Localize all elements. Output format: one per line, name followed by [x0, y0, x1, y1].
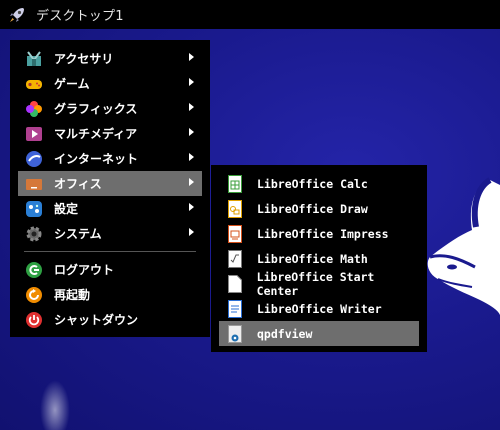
submenu-item-start-center[interactable]: LibreOffice Start Center — [219, 269, 419, 298]
submenu-item-calc[interactable]: LibreOffice Calc — [219, 171, 419, 196]
submenu-arrow-icon — [189, 78, 194, 86]
calc-icon — [227, 174, 243, 194]
submenu-arrow-icon — [189, 128, 194, 136]
menu-item-label: システム — [54, 227, 102, 241]
submenu-item-math[interactable]: LibreOffice Math — [219, 246, 419, 271]
menu-item-label: 設定 — [54, 202, 79, 216]
menu-item-multimedia[interactable]: マルチメディア — [18, 121, 202, 146]
draw-icon — [227, 199, 243, 219]
submenu-item-label: LibreOffice Draw — [257, 201, 368, 216]
menu-item-logout[interactable]: ログアウト — [18, 257, 202, 282]
submenu-arrow-icon — [189, 203, 194, 211]
submenu-item-label: LibreOffice Start Center — [256, 269, 375, 298]
multimedia-icon — [24, 124, 44, 144]
menu-separator — [24, 251, 196, 252]
menu-item-label: ログアウト — [54, 263, 115, 277]
math-icon — [227, 249, 243, 269]
submenu-arrow-icon — [189, 53, 194, 61]
menu-item-graphics[interactable]: グラフィックス — [18, 96, 202, 121]
submenu-arrow-icon — [189, 228, 194, 236]
menu-item-label: シャットダウン — [54, 313, 139, 327]
submenu-item-impress[interactable]: LibreOffice Impress — [219, 221, 419, 246]
taskbar: デスクトップ1 — [0, 0, 500, 29]
menu-item-office[interactable]: オフィス — [18, 171, 202, 196]
menu-item-label: グラフィックス — [54, 102, 138, 116]
submenu-item-label: LibreOffice Math — [257, 251, 368, 266]
menu-item-label: マルチメディア — [54, 127, 138, 141]
desktop-glow — [40, 380, 70, 430]
main-menu: アクセサリ ゲーム グラフィックス マルチメディア インターネット オフィス 設… — [10, 40, 210, 337]
logout-icon — [24, 260, 44, 280]
gamepad-icon — [24, 74, 44, 94]
start-center-icon — [227, 274, 243, 294]
office-submenu: LibreOffice Calc LibreOffice Draw LibreO… — [211, 165, 427, 352]
submenu-arrow-icon — [189, 153, 194, 161]
submenu-arrow-icon — [189, 103, 194, 111]
menu-item-games[interactable]: ゲーム — [18, 71, 202, 96]
rocket-icon[interactable] — [6, 4, 28, 26]
menu-item-label: 再起動 — [54, 288, 91, 302]
submenu-item-label: LibreOffice Impress — [257, 226, 389, 241]
menu-item-system[interactable]: システム — [18, 221, 202, 246]
submenu-item-draw[interactable]: LibreOffice Draw — [219, 196, 419, 221]
pdf-viewer-icon — [227, 324, 243, 344]
impress-icon — [227, 224, 243, 244]
office-icon — [24, 174, 44, 194]
menu-item-label: オフィス — [54, 177, 102, 191]
menu-item-accessories[interactable]: アクセサリ — [18, 46, 202, 71]
menu-item-restart[interactable]: 再起動 — [18, 282, 202, 307]
submenu-item-qpdfview[interactable]: qpdfview — [219, 321, 419, 346]
restart-icon — [24, 285, 44, 305]
menu-item-shutdown[interactable]: シャットダウン — [18, 307, 202, 332]
graphics-icon — [24, 99, 44, 119]
submenu-item-label: LibreOffice Writer — [257, 301, 382, 316]
menu-item-settings[interactable]: 設定 — [18, 196, 202, 221]
system-gear-icon — [24, 224, 44, 244]
submenu-item-label: qpdfview — [257, 326, 313, 341]
accessories-icon — [24, 49, 44, 69]
menu-item-label: ゲーム — [54, 77, 90, 91]
menu-item-internet[interactable]: インターネット — [18, 146, 202, 171]
writer-icon — [227, 299, 243, 319]
settings-icon — [24, 199, 44, 219]
submenu-item-label: LibreOffice Calc — [257, 176, 368, 191]
submenu-arrow-icon — [189, 178, 194, 186]
menu-item-label: アクセサリ — [54, 52, 114, 66]
internet-icon — [24, 149, 44, 169]
submenu-item-writer[interactable]: LibreOffice Writer — [219, 296, 419, 321]
desktop-logo-icon — [427, 177, 500, 315]
shutdown-icon — [24, 310, 44, 330]
desktop-label[interactable]: デスクトップ1 — [36, 5, 124, 24]
menu-item-label: インターネット — [54, 152, 139, 166]
